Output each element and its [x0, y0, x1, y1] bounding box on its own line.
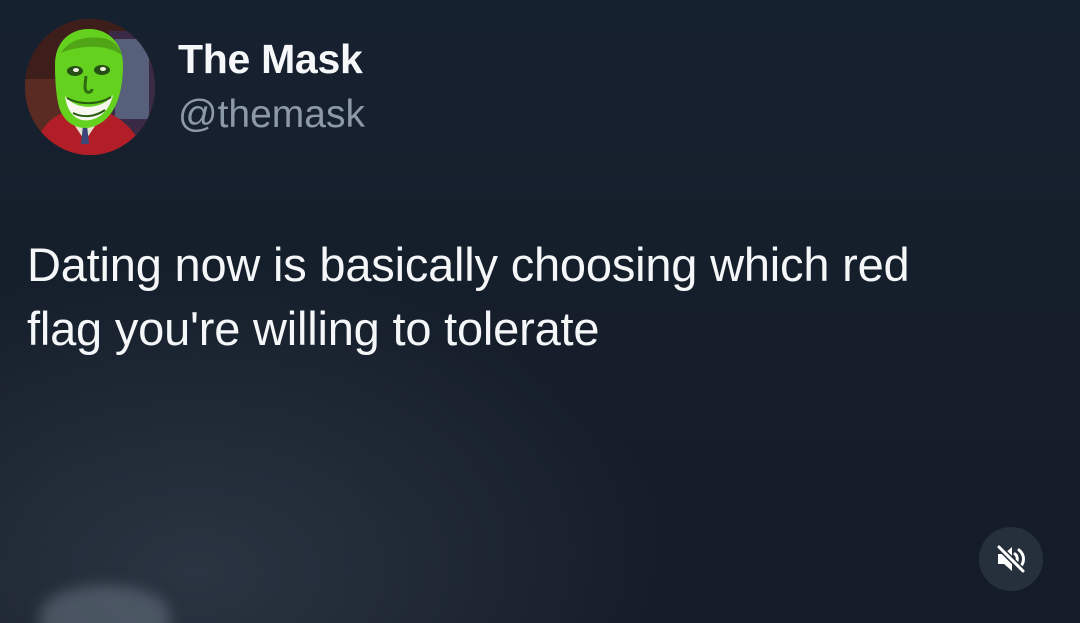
blurred-background-shape [40, 585, 170, 623]
speaker-muted-icon [996, 544, 1026, 574]
green-mask-face-avatar-icon [25, 19, 155, 155]
post-text: Dating now is basically choosing which r… [27, 233, 1027, 361]
post-text-line: flag you're willing to tolerate [27, 302, 600, 355]
post-card: The Mask @themask Dating now is basicall… [0, 0, 1080, 623]
mute-button[interactable] [979, 527, 1043, 591]
post-text-line: Dating now is basically choosing which r… [27, 238, 910, 291]
display-name[interactable]: The Mask [178, 36, 363, 83]
user-handle[interactable]: @themask [178, 93, 365, 137]
avatar[interactable] [25, 19, 155, 155]
